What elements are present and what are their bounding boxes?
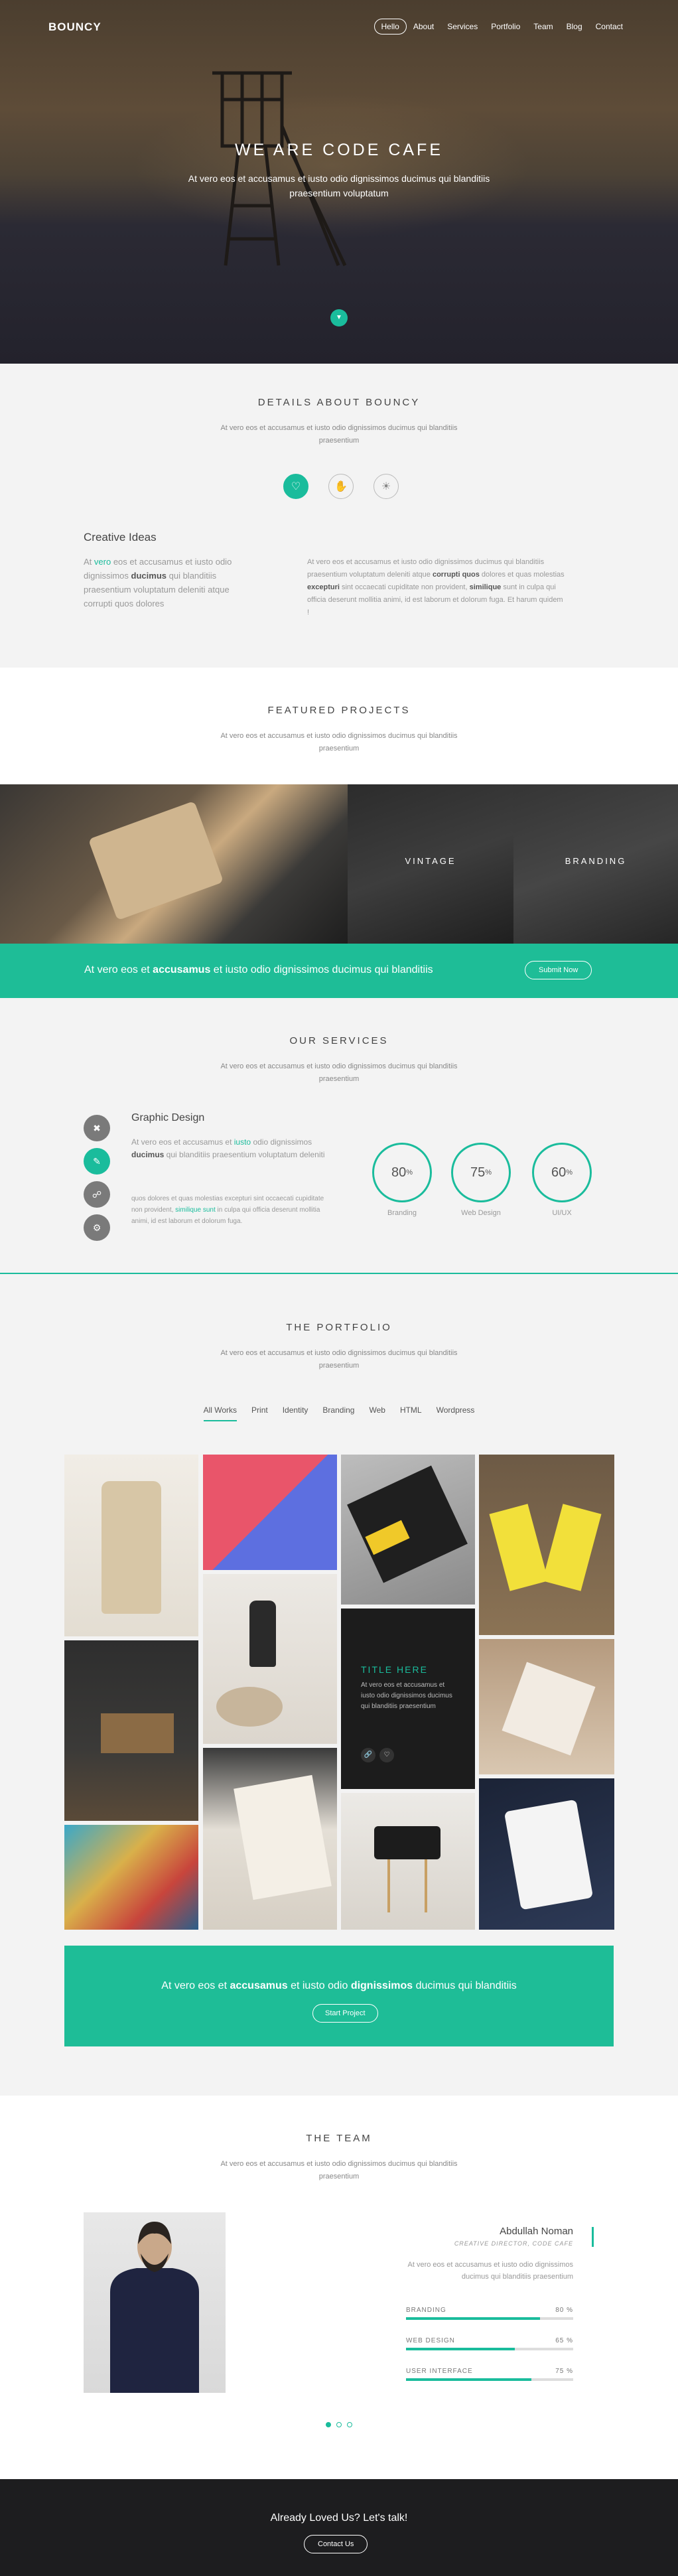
pagination-dot[interactable] <box>336 2422 342 2427</box>
scroll-down-button[interactable]: ▼ <box>330 309 348 326</box>
team-member-photo <box>84 2212 226 2393</box>
project-tile-branding[interactable]: BRANDING <box>513 784 678 944</box>
share-icon[interactable]: ☍ <box>84 1181 110 1208</box>
nav-portfolio[interactable]: Portfolio <box>484 19 527 34</box>
member-name: Abdullah Noman <box>500 2226 573 2237</box>
brush-icon[interactable]: ✎ <box>84 1148 110 1175</box>
start-project-button[interactable]: Start Project <box>312 2004 378 2023</box>
filter-branding[interactable]: Branding <box>322 1405 354 1421</box>
service-text: At vero eos et accusamus et iusto odio d… <box>131 1137 325 1159</box>
pagination-dot[interactable] <box>347 2422 352 2427</box>
portfolio-section: THE PORTFOLIO At vero eos et accusamus e… <box>0 1275 678 2096</box>
portfolio-filters: All Works Print Identity Branding Web HT… <box>0 1405 678 1421</box>
portfolio-item[interactable] <box>341 1793 475 1930</box>
creative-ideas-text: At vero eos et accusamus et iusto odio d… <box>84 557 232 608</box>
contact-us-button[interactable]: Contact Us <box>304 2535 368 2553</box>
overlay-text: At vero eos et accusamus et iusto odio d… <box>361 1682 452 1710</box>
section-title: FEATURED PROJECTS <box>267 705 411 716</box>
nav-contact[interactable]: Contact <box>589 19 630 34</box>
overlay-title: TITLE HERE <box>361 1664 428 1675</box>
nav-blog[interactable]: Blog <box>560 19 589 34</box>
project-label: VINTAGE <box>405 856 456 866</box>
team-pagination <box>0 2422 678 2427</box>
chevron-down-icon: ▼ <box>336 314 342 321</box>
hero-headline: WE ARE CODE CAFE <box>234 141 444 159</box>
creative-ideas-title: Creative Ideas <box>84 531 157 543</box>
footer-text: Already Loved Us? Let's talk! <box>270 2512 408 2524</box>
project-label: BRANDING <box>565 856 627 866</box>
portfolio-item[interactable] <box>64 1455 198 1636</box>
featured-projects: VINTAGE BRANDING <box>0 784 678 944</box>
portfolio-item[interactable] <box>64 1825 198 1930</box>
tools-icon[interactable]: ✖ <box>84 1115 110 1141</box>
nav-about[interactable]: About <box>407 19 441 34</box>
brand-logo[interactable]: BOUNCY <box>48 21 102 34</box>
section-title: THE TEAM <box>306 2133 372 2144</box>
start-project-banner: At vero eos et accusamus et iusto odio d… <box>64 1946 614 2046</box>
cta-text: At vero eos et accusamus et iusto odio d… <box>84 964 433 975</box>
nav-team[interactable]: Team <box>527 19 559 34</box>
featured-section: FEATURED PROJECTS At vero eos et accusam… <box>0 668 678 784</box>
person-image <box>110 2222 199 2393</box>
heart-icon[interactable]: ♡ <box>379 1748 394 1762</box>
service-detail: quos dolores et quas molestias excepturi… <box>131 1195 324 1225</box>
skill-bar: WEB DESIGN 65 % <box>406 2337 573 2350</box>
member-role: CREATIVE DIRECTOR, CODE CAFE <box>454 2240 573 2247</box>
member-description: At vero eos et accusamus et iusto odio d… <box>407 2261 573 2281</box>
feature-icons: ♡ ✋ ☀ <box>283 474 399 499</box>
section-subtitle: At vero eos et accusamus et iusto odio d… <box>220 2160 458 2181</box>
portfolio-item[interactable] <box>341 1455 475 1605</box>
portfolio-item[interactable] <box>203 1748 337 1930</box>
project-tile-vintage[interactable]: VINTAGE <box>348 784 513 944</box>
project-tile[interactable] <box>0 784 348 944</box>
filter-all-works[interactable]: All Works <box>203 1405 237 1421</box>
stat-circle: 75% Web Design <box>450 1143 512 1217</box>
section-subtitle: At vero eos et accusamus et iusto odio d… <box>220 732 458 752</box>
filter-identity[interactable]: Identity <box>283 1405 308 1421</box>
details-right-text: At vero eos et accusamus et iusto odio d… <box>307 558 565 616</box>
portfolio-item[interactable] <box>203 1574 337 1744</box>
services-section: OUR SERVICES At vero eos et accusamus et… <box>0 998 678 1274</box>
details-section: DETAILS ABOUT BOUNCY At vero eos et accu… <box>0 364 678 668</box>
portfolio-item[interactable] <box>203 1455 337 1570</box>
section-subtitle: At vero eos et accusamus et iusto odio d… <box>220 424 458 445</box>
nav-hello[interactable]: Hello <box>373 19 407 35</box>
section-title: OUR SERVICES <box>289 1035 389 1046</box>
section-subtitle: At vero eos et accusamus et iusto odio d… <box>220 1349 458 1370</box>
bulb-icon[interactable]: ☀ <box>373 474 399 499</box>
skill-bar: USER INTERFACE 75 % <box>406 2368 573 2381</box>
stat-circle: 60% UI/UX <box>531 1143 593 1217</box>
contact-footer: Already Loved Us? Let's talk! Contact Us <box>0 2479 678 2576</box>
portfolio-item[interactable] <box>64 1640 198 1821</box>
filter-web[interactable]: Web <box>369 1405 385 1421</box>
section-title: DETAILS ABOUT BOUNCY <box>257 397 421 408</box>
hero-tagline: At vero eos et accusamus et iusto odio d… <box>188 173 490 198</box>
link-icon[interactable]: 🔗 <box>361 1748 375 1762</box>
portfolio-item[interactable] <box>479 1455 614 1635</box>
portfolio-overlay-item[interactable]: TITLE HERE At vero eos et accusamus et i… <box>341 1609 475 1789</box>
hand-icon[interactable]: ✋ <box>328 474 354 499</box>
tag-image <box>88 800 224 921</box>
pagination-dot[interactable] <box>326 2422 331 2427</box>
submit-now-button[interactable]: Submit Now <box>525 961 592 979</box>
nav-services[interactable]: Services <box>441 19 484 34</box>
stat-circle: 80% Branding <box>371 1143 433 1217</box>
section-title: THE PORTFOLIO <box>286 1322 392 1333</box>
filter-print[interactable]: Print <box>251 1405 268 1421</box>
service-title: Graphic Design <box>131 1112 205 1123</box>
gear-icon[interactable]: ⚙ <box>84 1214 110 1241</box>
skill-bar: BRANDING 80 % <box>406 2307 573 2320</box>
portfolio-item[interactable] <box>479 1639 614 1774</box>
main-nav: Hello About Services Portfolio Team Blog… <box>373 19 630 35</box>
team-section: THE TEAM At vero eos et accusamus et ius… <box>0 2096 678 2479</box>
heart-icon[interactable]: ♡ <box>283 474 308 499</box>
filter-wordpress[interactable]: Wordpress <box>437 1405 475 1421</box>
banner-text: At vero eos et accusamus et iusto odio d… <box>161 1980 517 1991</box>
hero-section: BOUNCY Hello About Services Portfolio Te… <box>0 0 678 364</box>
portfolio-item[interactable] <box>479 1778 614 1930</box>
filter-html[interactable]: HTML <box>400 1405 422 1421</box>
section-subtitle: At vero eos et accusamus et iusto odio d… <box>220 1062 458 1083</box>
cta-banner: At vero eos et accusamus et iusto odio d… <box>0 944 678 998</box>
